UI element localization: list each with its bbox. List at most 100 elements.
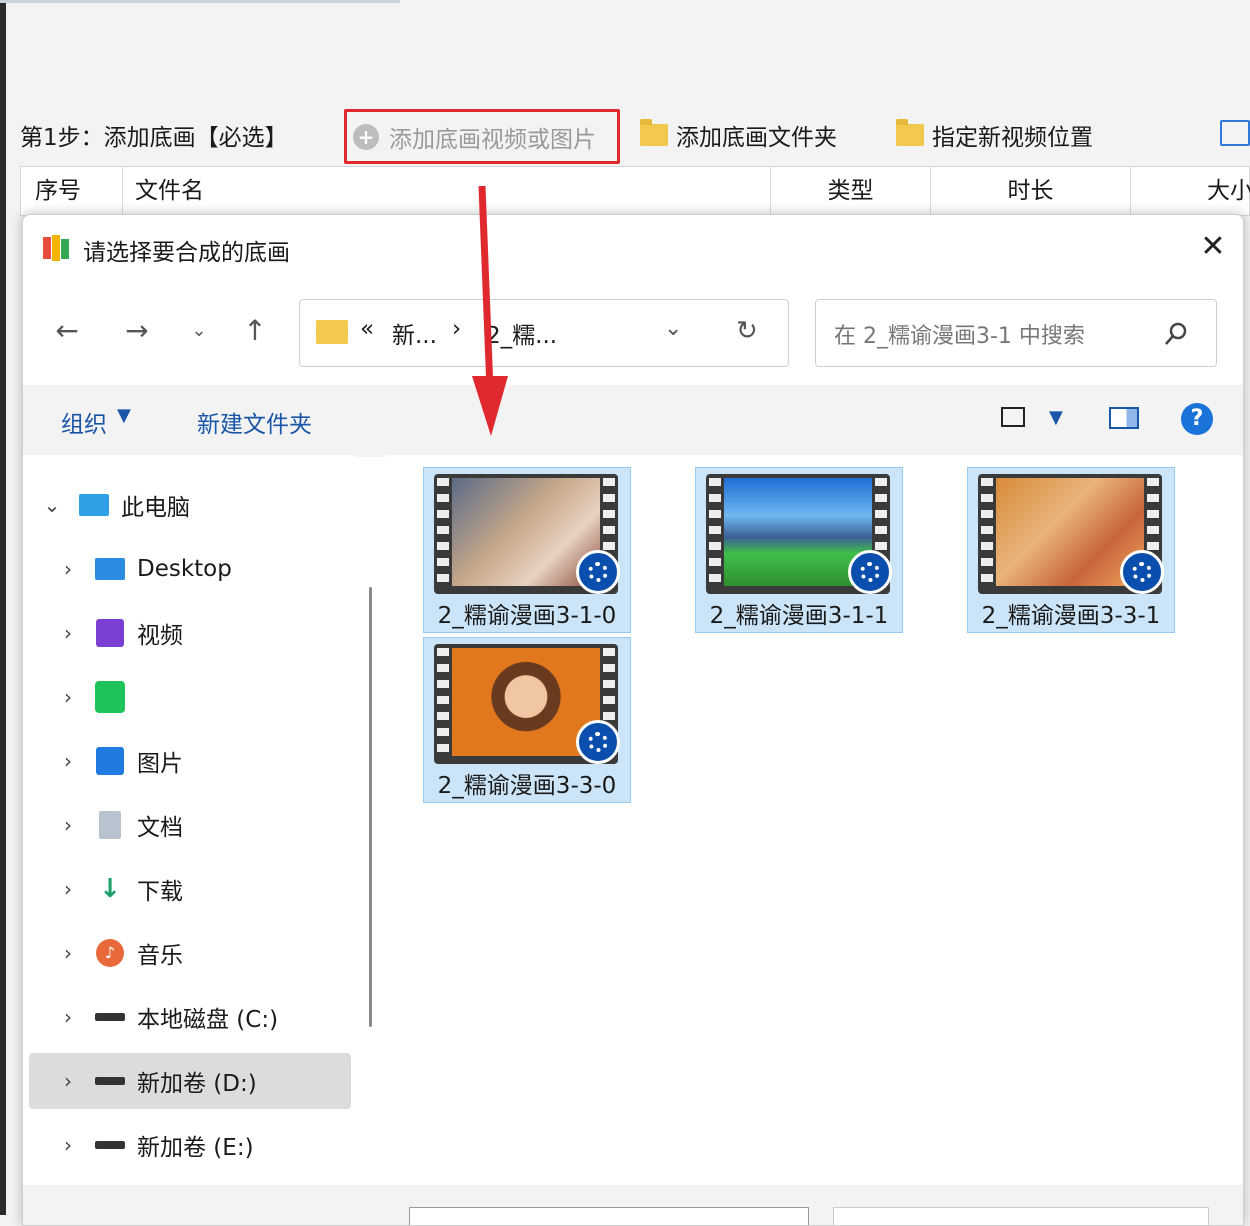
forward-arrow-icon[interactable]: → <box>117 311 157 351</box>
sidebar-item-label: 视频 <box>137 623 183 649</box>
column-filename[interactable]: 文件名 <box>123 167 771 215</box>
drive-d-icon <box>95 1066 125 1096</box>
chevron-right-icon[interactable]: › <box>53 685 83 709</box>
breadcrumb-1[interactable]: 新... <box>392 316 437 350</box>
chevron-right-icon[interactable]: › <box>53 941 83 965</box>
view-mode-icon[interactable] <box>1001 407 1025 427</box>
file-type-select[interactable] <box>833 1207 1209 1225</box>
file-tile[interactable]: 2_糯谕漫画3-3-1 <box>967 467 1175 633</box>
search-icon[interactable] <box>1162 320 1190 348</box>
help-icon[interactable]: ? <box>1181 403 1213 435</box>
file-name: 2_糯谕漫画3-3-1 <box>981 603 1161 629</box>
sidebar-item-label: 本地磁盘 (C:) <box>137 1007 279 1033</box>
folder-location-icon <box>896 119 924 146</box>
sidebar-item-label: 新加卷 (E:) <box>137 1135 254 1161</box>
window-icon[interactable] <box>1220 120 1250 146</box>
player-badge-icon <box>1120 550 1164 594</box>
chevron-down-icon[interactable]: ⌄ <box>37 493 67 517</box>
add-video-or-image-button[interactable]: + 添加底画视频或图片 <box>344 109 620 164</box>
column-size[interactable]: 大小 <box>1131 167 1250 215</box>
sidebar-item-downloads[interactable]: › ↓ 下载 <box>29 861 351 917</box>
sidebar-item-label: 音乐 <box>137 943 183 969</box>
sidebar-item-drive-c[interactable]: › 本地磁盘 (C:) <box>29 989 351 1045</box>
annotation-arrow-icon <box>472 185 508 436</box>
file-tile[interactable]: 2_糯谕漫画3-1-1 <box>695 467 903 633</box>
chevron-right-icon[interactable]: › <box>53 749 83 773</box>
plus-icon: + <box>353 123 379 150</box>
refresh-icon[interactable]: ↻ <box>736 316 758 346</box>
top-accent-line <box>0 0 400 3</box>
dialog-title: 请选择要合成的底画 <box>83 240 290 266</box>
address-bar[interactable]: « 新... › 2_糯... ⌄ ↻ <box>299 299 789 367</box>
sidebar-item-label: 图片 <box>137 751 183 777</box>
chevron-right-icon[interactable]: › <box>53 1133 83 1157</box>
command-bar: 组织 ▼ 新建文件夹 ▼ ? <box>23 385 1243 457</box>
file-open-dialog: 请选择要合成的底画 ✕ ← → ⌄ ↑ « 新... › 2_糯... ⌄ ↻ … <box>22 214 1244 1226</box>
sidebar-item-music[interactable]: › ♪ 音乐 <box>29 925 351 981</box>
sidebar-item-label: 文档 <box>137 815 183 841</box>
drive-e-icon <box>95 1130 125 1160</box>
new-folder-button[interactable]: 新建文件夹 <box>197 405 312 439</box>
dialog-footer <box>23 1185 1243 1225</box>
sidebar-item-videos[interactable]: › 视频 <box>29 605 351 661</box>
search-placeholder: 在 2_糯谕漫画3-1 中搜索 <box>834 324 1085 349</box>
file-tile[interactable]: 2_糯谕漫画3-3-0 <box>423 637 631 803</box>
step-label: 第1步：添加底画【必选】 <box>20 125 288 151</box>
window-edge <box>0 0 6 1215</box>
add-folder-button[interactable]: 添加底画文件夹 <box>640 118 837 152</box>
view-caret-icon[interactable]: ▼ <box>1049 407 1063 428</box>
preview-pane-icon[interactable] <box>1109 407 1139 429</box>
chevron-right-icon[interactable]: › <box>53 621 83 645</box>
documents-icon <box>95 810 125 840</box>
file-name: 2_糯谕漫画3-1-0 <box>437 603 617 629</box>
organize-menu[interactable]: 组织 <box>61 405 107 439</box>
downloads-icon: ↓ <box>99 874 121 904</box>
chevron-right-icon[interactable]: › <box>53 813 83 837</box>
filename-input[interactable] <box>409 1207 809 1225</box>
address-overflow[interactable]: « <box>360 316 374 342</box>
folder-icon <box>316 320 348 344</box>
file-view: 2_糯谕漫画3-1-0 2_糯谕漫画3-1-1 2_糯谕漫画3-3-1 2_糯谕… <box>385 455 1243 1195</box>
folder-add-icon <box>640 119 668 146</box>
video-library-icon <box>95 618 125 648</box>
sidebar-item-iqiyi[interactable]: › <box>29 669 351 725</box>
sidebar-item-desktop[interactable]: › Desktop <box>29 541 351 597</box>
file-name: 2_糯谕漫画3-3-0 <box>437 773 617 799</box>
desktop-icon <box>95 554 125 584</box>
sidebar-item-this-pc[interactable]: ⌄ 此电脑 <box>29 477 351 533</box>
sidebar-item-documents[interactable]: › 文档 <box>29 797 351 853</box>
address-dropdown-chevron-icon[interactable]: ⌄ <box>664 316 682 341</box>
chevron-right-icon[interactable]: › <box>53 1005 83 1029</box>
up-arrow-icon[interactable]: ↑ <box>235 311 275 351</box>
music-icon: ♪ <box>95 938 125 968</box>
sidebar-item-pictures[interactable]: › 图片 <box>29 733 351 789</box>
player-badge-icon <box>576 550 620 594</box>
sidebar-item-drive-d[interactable]: › 新加卷 (D:) <box>29 1053 351 1109</box>
sidebar-item-label: 新加卷 (D:) <box>137 1071 257 1097</box>
column-duration[interactable]: 时长 <box>931 167 1131 215</box>
chevron-right-icon[interactable]: › <box>53 877 83 901</box>
pictures-icon <box>95 746 125 776</box>
sidebar-item-label: Desktop <box>137 556 232 582</box>
sidebar-item-drive-e[interactable]: › 新加卷 (E:) <box>29 1117 351 1173</box>
close-icon[interactable]: ✕ <box>1197 231 1229 263</box>
search-box[interactable]: 在 2_糯谕漫画3-1 中搜索 <box>815 299 1217 367</box>
chevron-right-icon[interactable]: › <box>53 557 83 581</box>
drive-c-icon <box>95 1002 125 1032</box>
column-type[interactable]: 类型 <box>771 167 931 215</box>
iqiyi-icon <box>95 681 125 713</box>
organize-caret-icon[interactable]: ▼ <box>117 405 131 426</box>
sidebar-item-label: 下载 <box>137 879 183 905</box>
column-index[interactable]: 序号 <box>21 167 123 215</box>
set-location-label: 指定新视频位置 <box>932 125 1093 151</box>
sidebar-scrollbar[interactable] <box>369 587 372 1027</box>
navigation-pane: ⌄ 此电脑 › Desktop › 视频 › › 图片 › 文档 › ↓ 下载 … <box>23 455 355 1195</box>
file-list-header: 序号 文件名 类型 时长 大小 <box>20 166 1250 216</box>
add-folder-label: 添加底画文件夹 <box>676 125 837 151</box>
back-arrow-icon[interactable]: ← <box>47 311 87 351</box>
player-badge-icon <box>576 720 620 764</box>
set-location-button[interactable]: 指定新视频位置 <box>896 118 1093 152</box>
chevron-right-icon[interactable]: › <box>53 1069 83 1093</box>
recent-chevron-down-icon[interactable]: ⌄ <box>179 311 219 351</box>
file-tile[interactable]: 2_糯谕漫画3-1-0 <box>423 467 631 633</box>
